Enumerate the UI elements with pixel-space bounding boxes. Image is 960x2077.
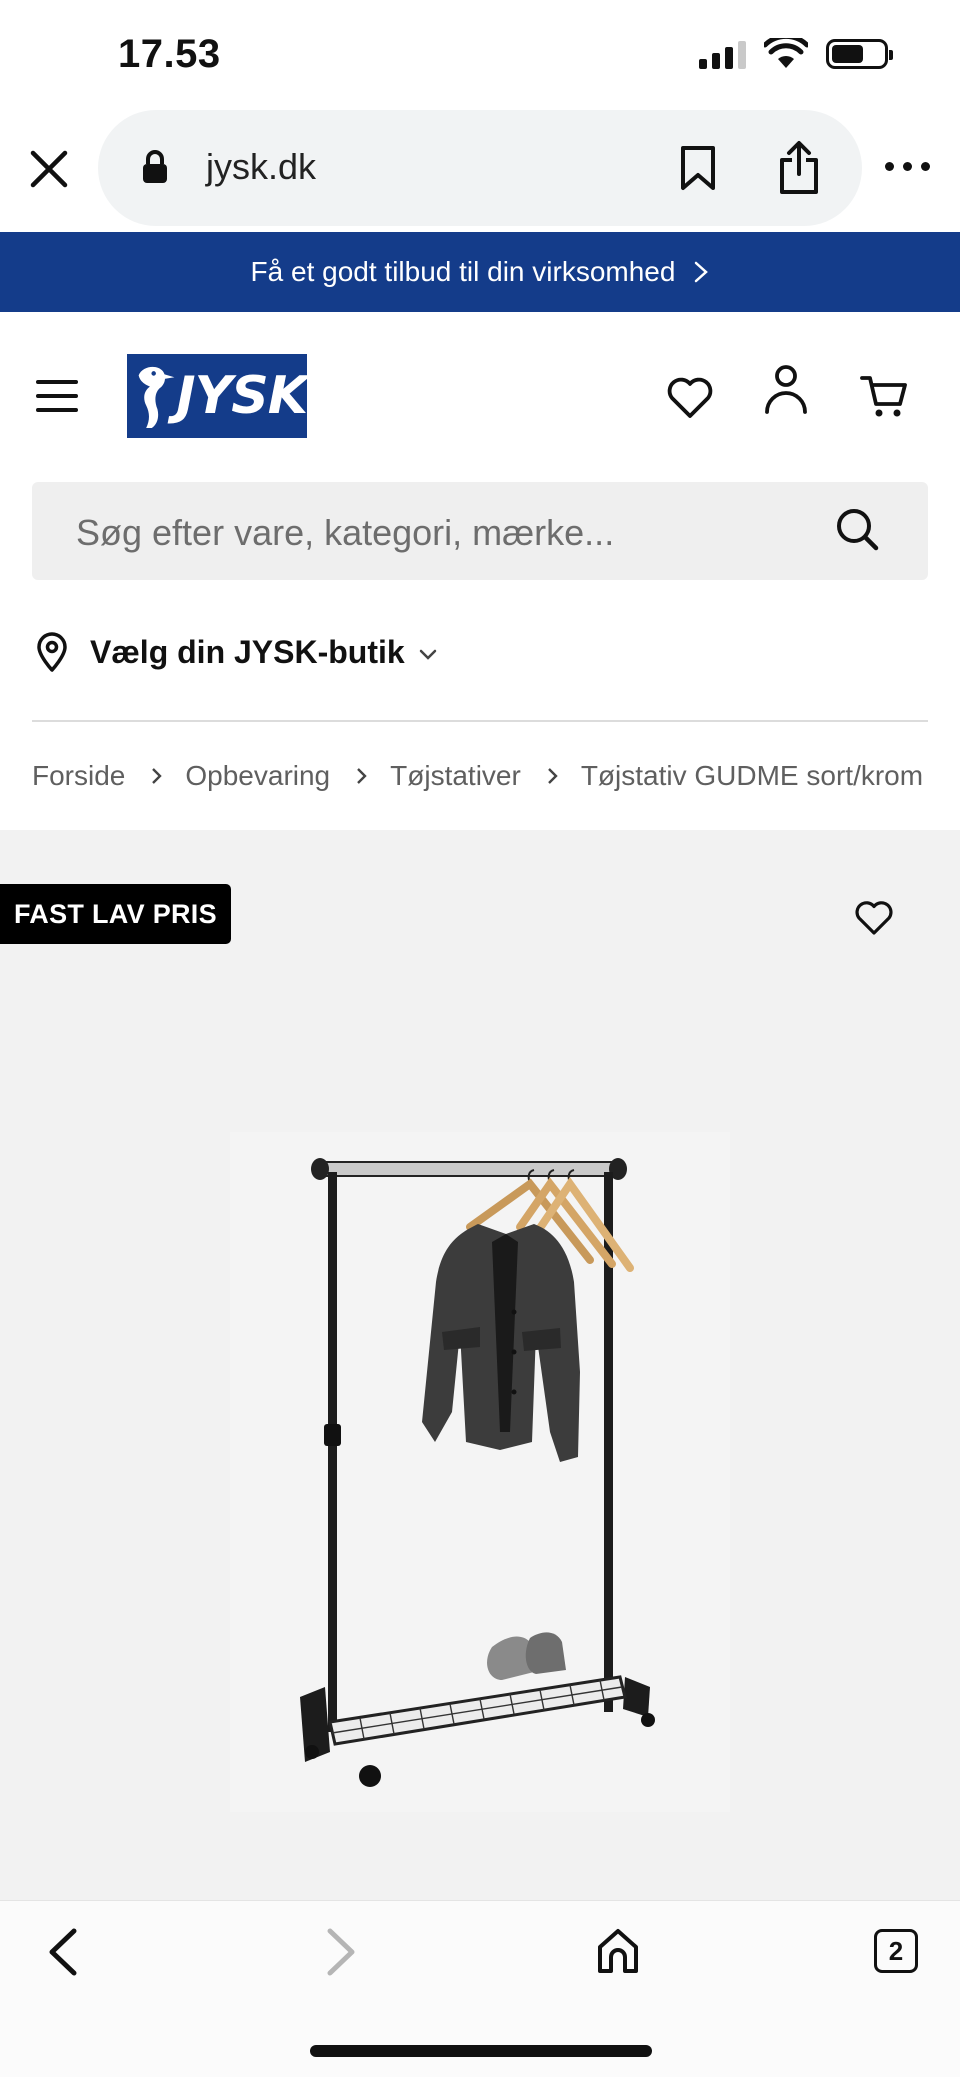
status-time: 17.53 bbox=[118, 32, 221, 76]
logo-text: JYSK bbox=[176, 366, 308, 426]
location-pin-icon bbox=[37, 632, 67, 672]
logo-bird-icon bbox=[138, 366, 175, 428]
clothes-rack-illustration bbox=[300, 1158, 655, 1787]
home-indicator bbox=[310, 2045, 652, 2057]
back-arrow-icon[interactable] bbox=[46, 1927, 80, 1977]
breadcrumb-item-tojstativer[interactable]: Tøjstativer bbox=[390, 760, 521, 792]
product-gallery[interactable]: FAST LAV PRIS bbox=[0, 830, 960, 1900]
search-icon[interactable] bbox=[834, 506, 880, 552]
address-bar[interactable]: jysk.dk bbox=[98, 110, 862, 226]
chevron-right-icon bbox=[152, 768, 163, 784]
bookmark-icon[interactable] bbox=[678, 144, 718, 192]
store-selector[interactable]: Vælg din JYSK-butik bbox=[36, 628, 437, 676]
status-bar: 17.53 bbox=[0, 0, 960, 110]
divider bbox=[32, 720, 928, 722]
price-badge: FAST LAV PRIS bbox=[0, 884, 231, 944]
url-text: jysk.dk bbox=[206, 146, 317, 187]
site-header: JYSK bbox=[0, 312, 960, 477]
chevron-down-icon bbox=[419, 649, 436, 660]
menu-icon[interactable] bbox=[36, 380, 78, 412]
more-options-icon[interactable] bbox=[885, 162, 930, 171]
battery-icon bbox=[826, 39, 893, 69]
wishlist-heart-icon[interactable] bbox=[854, 900, 894, 936]
breadcrumb-item-forside[interactable]: Forside bbox=[32, 760, 125, 792]
breadcrumb-item-current: Tøjstativ GUDME sort/krom bbox=[580, 760, 924, 791]
chevron-right-icon bbox=[695, 261, 709, 283]
close-icon[interactable] bbox=[28, 148, 70, 190]
breadcrumb-item-opbevaring[interactable]: Opbevaring bbox=[185, 760, 330, 792]
store-selector-label: Vælg din JYSK-butik bbox=[90, 633, 405, 670]
share-icon[interactable] bbox=[776, 140, 822, 196]
cellular-signal-icon bbox=[699, 39, 746, 69]
wifi-icon bbox=[764, 38, 808, 68]
lock-icon bbox=[143, 150, 167, 183]
product-image[interactable] bbox=[230, 1132, 730, 1812]
promo-text: Få et godt tilbud til din virksomhed bbox=[250, 256, 676, 287]
tabs-count-button[interactable]: 2 bbox=[874, 1929, 918, 1973]
forward-arrow-icon bbox=[327, 1928, 355, 1976]
breadcrumb: Forside Opbevaring Tøjstativer Tøjstativ… bbox=[32, 760, 923, 792]
cart-icon[interactable] bbox=[860, 372, 908, 420]
jysk-logo[interactable]: JYSK bbox=[127, 354, 308, 438]
heart-icon[interactable] bbox=[666, 376, 714, 420]
chevron-right-icon bbox=[357, 768, 367, 784]
user-account-icon[interactable] bbox=[764, 364, 808, 416]
search-placeholder: Søg efter vare, kategori, mærke... bbox=[76, 512, 615, 553]
browser-toolbar: jysk.dk bbox=[0, 110, 960, 232]
business-offer-banner[interactable]: Få et godt tilbud til din virksomhed bbox=[0, 232, 960, 312]
search-input[interactable]: Søg efter vare, kategori, mærke... bbox=[32, 482, 928, 580]
status-icons bbox=[699, 38, 893, 70]
home-icon[interactable] bbox=[596, 1927, 640, 1975]
chevron-right-icon bbox=[547, 768, 558, 784]
